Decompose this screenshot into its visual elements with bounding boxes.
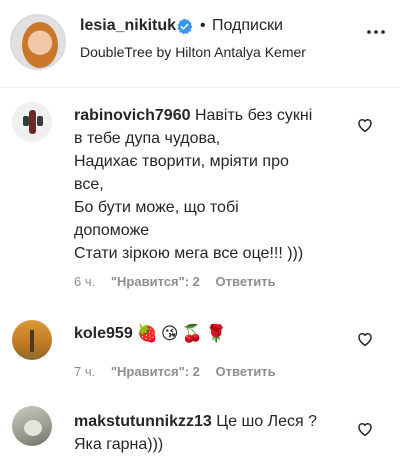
comment-body: kole959 🍓😘🍒🌹 bbox=[74, 322, 354, 345]
commenter-avatar[interactable] bbox=[12, 406, 52, 446]
commenter-avatar[interactable] bbox=[12, 320, 52, 360]
commenter-username[interactable]: rabinovich7960 bbox=[74, 107, 191, 124]
verified-badge-icon bbox=[177, 18, 193, 35]
comment-item: kole959 🍓😘🍒🌹 7 ч. "Нравится": 2 Ответить bbox=[0, 310, 400, 390]
header-separator: • bbox=[200, 17, 206, 34]
comment-likes-count[interactable]: "Нравится": 2 bbox=[111, 274, 200, 289]
reply-button[interactable]: Ответить bbox=[216, 364, 276, 379]
comment-likes-count[interactable]: "Нравится": 2 bbox=[111, 364, 200, 379]
comment-meta: 6 ч. "Нравится": 2 Ответить bbox=[74, 274, 288, 289]
heart-icon[interactable] bbox=[356, 420, 374, 438]
comment-emojis: 🍓😘🍒🌹 bbox=[136, 324, 230, 343]
heart-icon[interactable] bbox=[356, 116, 374, 134]
post-header: lesia_nikituk • Подписки DoubleTree by H… bbox=[0, 0, 400, 88]
comment-text: Навіть без сукні в тебе дупа чудова, Над… bbox=[74, 107, 313, 262]
post-location-link[interactable]: DoubleTree by Hilton Antalya Kemer bbox=[80, 44, 306, 60]
comment-meta: 7 ч. "Нравится": 2 Ответить bbox=[74, 364, 288, 379]
comment-item: makstutunnikzz13 Це шо Леся ? Яка гарна)… bbox=[0, 398, 400, 464]
comment-timestamp[interactable]: 6 ч. bbox=[74, 274, 95, 289]
comment-timestamp[interactable]: 7 ч. bbox=[74, 364, 95, 379]
heart-icon[interactable] bbox=[356, 330, 374, 348]
comment-body: makstutunnikzz13 Це шо Леся ? Яка гарна)… bbox=[74, 410, 354, 456]
comment-body: rabinovich7960 Навіть без сукні в тебе д… bbox=[74, 104, 354, 265]
post-author-avatar[interactable] bbox=[10, 14, 66, 70]
follow-status-button[interactable]: Подписки bbox=[212, 17, 283, 35]
commenter-username[interactable]: kole959 bbox=[74, 325, 133, 342]
commenter-username[interactable]: makstutunnikzz13 bbox=[74, 413, 212, 430]
reply-button[interactable]: Ответить bbox=[216, 274, 276, 289]
commenter-avatar[interactable] bbox=[12, 102, 52, 142]
more-options-icon[interactable] bbox=[364, 20, 388, 44]
comment-item: rabinovich7960 Навіть без сукні в тебе д… bbox=[0, 88, 400, 298]
post-author-username[interactable]: lesia_nikituk bbox=[80, 17, 176, 35]
